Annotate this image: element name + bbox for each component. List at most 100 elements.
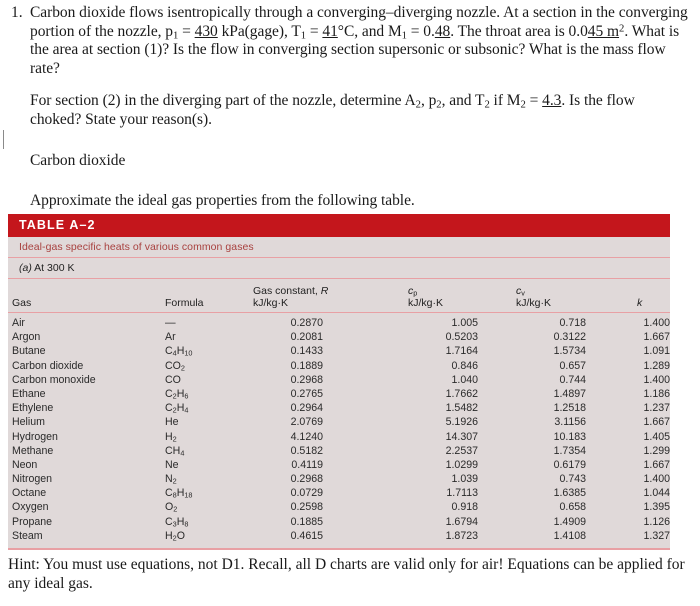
cell-k: 1.126 bbox=[643, 515, 670, 528]
cell-cp: 1.040 bbox=[451, 373, 478, 386]
cell-cv: 1.4909 bbox=[553, 515, 586, 528]
gas-constant-unit: kJ/kg·K bbox=[253, 297, 289, 309]
table-row: Ethylene C2H4 0.2964 1.5482 1.2518 1.237 bbox=[8, 401, 670, 415]
table-subtitle: Ideal-gas specific heats of various comm… bbox=[8, 237, 670, 258]
cell-cp: 1.039 bbox=[451, 473, 478, 486]
column-header-cv: cv kJ/kg·K bbox=[516, 285, 551, 309]
question-1: 1. Carbon dioxide flows isentropically t… bbox=[8, 4, 688, 211]
cell-gas-constant: 0.2081 bbox=[290, 331, 323, 344]
column-header-gas-constant: Gas constant, R kJ/kg·K bbox=[253, 285, 328, 309]
table-row: Steam H2O 0.4615 1.8723 1.4108 1.327 bbox=[8, 529, 670, 543]
cell-formula: CO bbox=[165, 373, 181, 386]
cell-gas: Nitrogen bbox=[12, 473, 53, 486]
table-row: Propane C3H8 0.1885 1.6794 1.4909 1.126 bbox=[8, 515, 670, 529]
cell-cp: 1.7113 bbox=[446, 487, 478, 500]
cell-cv: 1.5734 bbox=[553, 345, 586, 358]
cell-cv: 1.4897 bbox=[553, 387, 586, 400]
table-row: Hydrogen H2 4.1240 14.307 10.183 1.405 bbox=[8, 430, 670, 444]
cell-gas: Air bbox=[12, 317, 25, 329]
cell-k: 1.091 bbox=[643, 345, 670, 358]
cell-cp: 1.7164 bbox=[445, 345, 478, 358]
cell-cp: 1.7662 bbox=[445, 387, 478, 400]
cell-gas-constant: 0.2765 bbox=[290, 387, 323, 400]
cell-cv: 1.4108 bbox=[553, 529, 586, 542]
cell-gas: Hydrogen bbox=[12, 430, 58, 443]
question-body: Carbon dioxide flows isentropically thro… bbox=[30, 4, 688, 211]
cell-gas-constant: 0.2964 bbox=[290, 402, 323, 415]
cell-gas-constant: 0.1433 bbox=[290, 345, 323, 358]
cell-gas: Argon bbox=[12, 331, 41, 344]
paragraph-1: Carbon dioxide flows isentropically thro… bbox=[30, 4, 688, 77]
cell-cv: 1.6385 bbox=[553, 487, 586, 500]
cell-gas: Propane bbox=[12, 515, 53, 528]
table-row: Ethane C2H6 0.2765 1.7662 1.4897 1.186 bbox=[8, 387, 670, 401]
cell-gas: Carbon dioxide bbox=[12, 359, 84, 372]
cell-gas-constant: 2.0769 bbox=[290, 416, 323, 429]
cell-k: 1.395 bbox=[643, 501, 670, 514]
table-row: Argon Ar 0.2081 0.5203 0.3122 1.667 bbox=[8, 330, 670, 344]
cell-k: 1.327 bbox=[643, 529, 670, 542]
question-number: 1. bbox=[11, 4, 23, 21]
cell-k: 1.299 bbox=[643, 444, 670, 457]
cell-gas-constant: 0.5182 bbox=[290, 444, 323, 457]
cell-gas-constant: 0.2968 bbox=[290, 373, 323, 386]
cell-cp: 14.307 bbox=[445, 430, 478, 443]
gas-constant-symbol: R bbox=[320, 285, 329, 297]
paragraph-2: For section (2) in the diverging part of… bbox=[30, 92, 635, 128]
cell-gas: Neon bbox=[12, 458, 38, 471]
cell-gas-constant: 0.4615 bbox=[290, 529, 323, 542]
cell-cv: 10.183 bbox=[553, 430, 586, 443]
cell-k: 1.667 bbox=[643, 416, 670, 429]
problem-statement: 1. Carbon dioxide flows isentropically t… bbox=[0, 0, 700, 211]
column-header-formula: Formula bbox=[165, 297, 204, 309]
cell-formula: C3H8 bbox=[165, 515, 189, 529]
cell-cv: 0.657 bbox=[559, 359, 586, 372]
cell-formula: CH4 bbox=[165, 444, 185, 458]
table-row: Carbon monoxide CO 0.2968 1.040 0.744 1.400 bbox=[8, 373, 670, 387]
cell-formula: CO2 bbox=[165, 359, 185, 373]
paragraph-4-approximate: Approximate the ideal gas properties fro… bbox=[30, 192, 415, 210]
cell-formula: Ar bbox=[165, 331, 176, 344]
cell-k: 1.667 bbox=[643, 458, 670, 471]
cell-cp: 1.005 bbox=[451, 317, 478, 329]
cell-formula: C4H10 bbox=[165, 345, 193, 358]
cell-formula: — bbox=[165, 317, 176, 329]
cell-cp: 2.2537 bbox=[445, 444, 478, 457]
cell-gas-constant: 0.2968 bbox=[290, 473, 323, 486]
cell-gas: Oxygen bbox=[12, 501, 49, 514]
cell-cp: 5.1926 bbox=[445, 416, 478, 429]
table-column-headers: Gas Formula Gas constant, R kJ/kg·K cp k… bbox=[8, 279, 670, 313]
cell-formula: C2H4 bbox=[165, 402, 189, 415]
hint-text: Hint: You must use equations, not D1. Re… bbox=[8, 556, 685, 592]
cell-cv: 1.7354 bbox=[553, 444, 586, 457]
cell-gas: Octane bbox=[12, 487, 47, 500]
cell-formula: Ne bbox=[165, 458, 179, 471]
cell-formula: O2 bbox=[165, 501, 178, 515]
column-header-cp: cp kJ/kg·K bbox=[408, 285, 443, 309]
section-letter: (a) bbox=[19, 262, 32, 274]
cell-formula: C2H6 bbox=[165, 387, 189, 401]
cell-formula: H2 bbox=[165, 430, 177, 444]
cell-gas: Carbon monoxide bbox=[12, 373, 96, 386]
cell-gas: Ethane bbox=[12, 387, 46, 400]
cell-k: 1.044 bbox=[643, 487, 670, 500]
cell-k: 1.400 bbox=[643, 373, 670, 386]
table-row: Air — 0.2870 1.005 0.718 1.400 bbox=[8, 316, 670, 330]
cell-cp: 1.0299 bbox=[445, 458, 478, 471]
cell-gas-constant: 0.2598 bbox=[290, 501, 323, 514]
table-row: Methane CH4 0.5182 2.2537 1.7354 1.299 bbox=[8, 444, 670, 458]
cell-cp: 0.5203 bbox=[445, 331, 478, 344]
cell-k: 1.667 bbox=[643, 331, 670, 344]
cell-gas-constant: 4.1240 bbox=[290, 430, 323, 443]
table-section-label: (a) At 300 K bbox=[8, 258, 670, 279]
cell-k: 1.237 bbox=[643, 402, 670, 415]
cell-gas-constant: 0.1885 bbox=[290, 515, 323, 528]
cell-cv: 0.743 bbox=[559, 473, 586, 486]
cell-formula: H2O bbox=[165, 529, 185, 543]
text-caret bbox=[3, 130, 4, 149]
cell-gas: Steam bbox=[12, 529, 43, 542]
table-row: Oxygen O2 0.2598 0.918 0.658 1.395 bbox=[8, 500, 670, 514]
table-row: Helium He 2.0769 5.1926 3.1156 1.667 bbox=[8, 415, 670, 429]
paragraph-3-carbon-dioxide: Carbon dioxide bbox=[30, 151, 126, 169]
cell-gas-constant: 0.4119 bbox=[291, 458, 323, 471]
